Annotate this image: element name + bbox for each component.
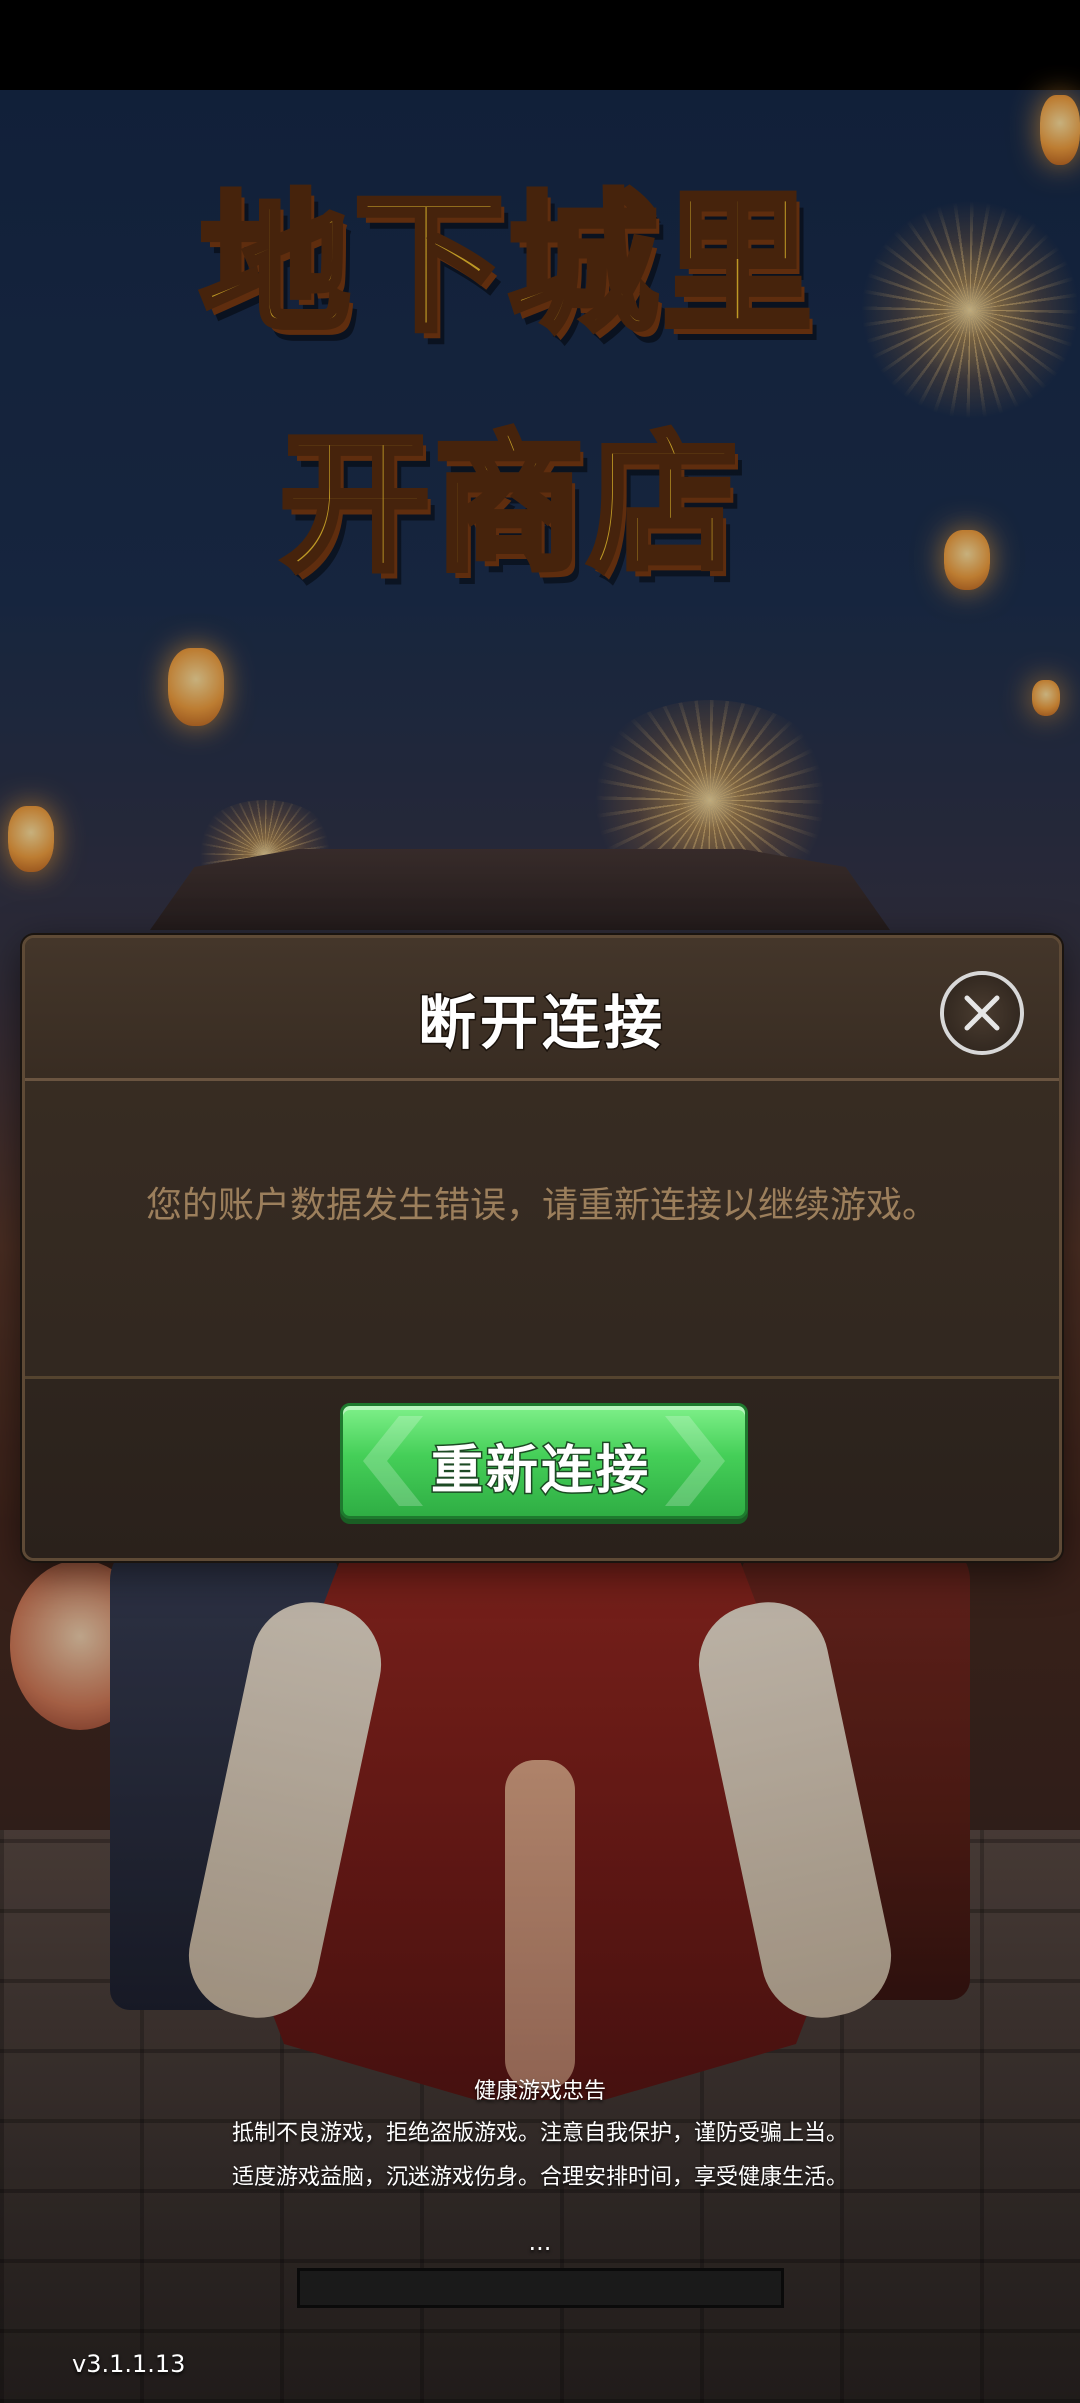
dialog-header: 断开连接 (25, 938, 1059, 1081)
health-notice-title: 健康游戏忠告 (473, 2079, 606, 2104)
dialog-message: 您的账户数据发生错误，请重新连接以继续游戏。 (145, 1185, 938, 1226)
close-button[interactable] (940, 971, 1024, 1055)
loading-indicator: ... (528, 2228, 552, 2256)
health-notice: 健康游戏忠告 抵制不良游戏，拒绝盗版游戏。注意自我保护，谨防受骗上当。 适度游戏… (0, 2072, 1080, 2200)
close-icon (964, 995, 1000, 1031)
reconnect-button[interactable]: 重新连接 (340, 1403, 748, 1519)
disconnect-dialog: 断开连接 您的账户数据发生错误，请重新连接以继续游戏。 重新连接 (22, 935, 1062, 1561)
dialog-title: 断开连接 (416, 988, 666, 1059)
version-label: v3.1.1.13 (72, 2350, 186, 2378)
health-notice-line-2: 适度游戏益脑，沉迷游戏伤身。合理安排时间，享受健康生活。 (231, 2165, 848, 2190)
reconnect-button-label: 重新连接 (429, 1440, 651, 1503)
loading-progress-bar (297, 2268, 784, 2308)
health-notice-line-1: 抵制不良游戏，拒绝盗版游戏。注意自我保护，谨防受骗上当。 (231, 2121, 848, 2146)
dialog-body: 您的账户数据发生错误，请重新连接以继续游戏。 (25, 1081, 1059, 1311)
game-screen: 地下城里 开商店 断开连接 您的账户数据发生错误，请重新连接以继续游戏。 重新连… (0, 0, 1080, 2403)
